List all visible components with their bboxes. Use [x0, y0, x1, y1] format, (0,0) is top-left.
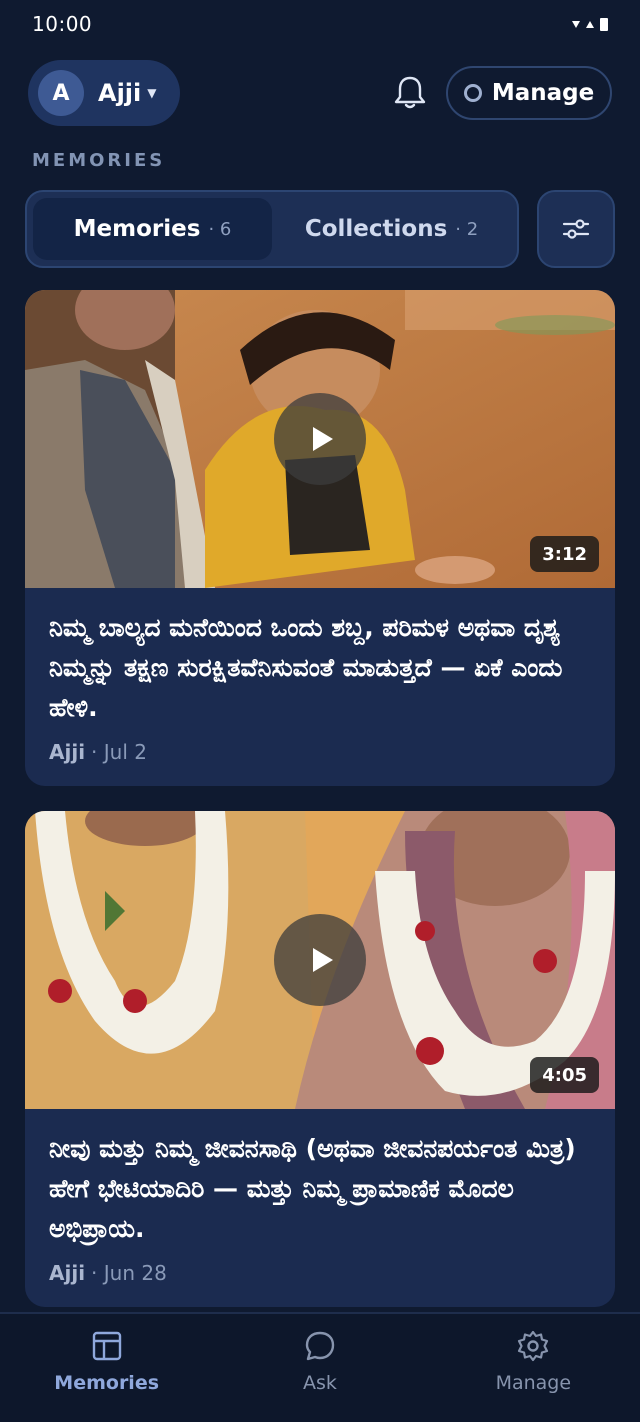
avatar: A: [38, 70, 84, 116]
memory-prompt: ನೀವು ಮತ್ತು ನಿಮ್ಮ ಜೀವನಸಾಥಿ (ಅಥವಾ ಜೀವನಪರ್ಯ…: [49, 1134, 576, 1243]
memory-card[interactable]: 4:05 ನೀವು ಮತ್ತು ನಿಮ್ಮ ಜೀವನಸಾಥಿ (ಅಥವಾ ಜೀವ…: [25, 811, 615, 1307]
status-icons: [572, 17, 608, 31]
chevron-down-icon: ▼: [147, 86, 157, 100]
memory-meta: Ajji · Jun 28: [49, 1261, 591, 1285]
card-body: ನೀವು ಮತ್ತು ನಿಮ್ಮ ಜೀವನಸಾಥಿ (ಅಥವಾ ಜೀವನಪರ್ಯ…: [25, 1109, 615, 1285]
section-label: MEMORIES: [32, 150, 166, 171]
tab-memories[interactable]: Memories · 6: [33, 198, 272, 260]
play-button[interactable]: [274, 393, 366, 485]
profile-switcher[interactable]: A Ajji ▼: [28, 60, 180, 126]
play-icon: [312, 427, 333, 451]
memory-meta: Ajji · Jul 2: [49, 740, 591, 764]
status-bar: 10:00: [0, 0, 640, 48]
memory-date: · Jun 28: [91, 1261, 167, 1285]
profile-name: Ajji: [98, 79, 142, 107]
gear-icon: [518, 1330, 549, 1362]
card-body: ನಿಮ್ಮ ಬಾಲ್ಯದ ಮನೆಯಿಂದ ಒಂದು ಶಬ್ದ, ಪರಿಮಳ ಅಥ…: [25, 588, 615, 764]
manage-button[interactable]: Manage: [446, 66, 612, 120]
battery-icon: [600, 17, 608, 31]
tab-collections[interactable]: Collections · 2: [272, 198, 511, 260]
signal-icon: [586, 20, 594, 28]
tab-label: Collections: [304, 216, 448, 242]
manage-button-label: Manage: [491, 80, 595, 106]
memory-date: · Jul 2: [91, 740, 147, 764]
nav-label: Manage: [495, 1372, 572, 1394]
status-time: 10:00: [32, 12, 93, 36]
segmented-tabs: Memories · 6 Collections · 2: [25, 190, 519, 268]
filter-button[interactable]: [537, 190, 615, 268]
tab-count: · 2: [455, 218, 479, 240]
video-thumbnail[interactable]: 4:05: [25, 811, 615, 1109]
memory-prompt: ನಿಮ್ಮ ಬಾಲ್ಯದ ಮನೆಯಿಂದ ಒಂದು ಶಬ್ದ, ಪರಿಮಳ ಅಥ…: [49, 613, 563, 722]
memory-author: Ajji: [49, 740, 86, 764]
layout-icon: [92, 1331, 121, 1361]
memory-author: Ajji: [49, 1261, 86, 1285]
sliders-icon: [562, 219, 590, 239]
play-button[interactable]: [274, 914, 366, 1006]
bell-icon[interactable]: [392, 74, 428, 112]
video-duration: 3:12: [530, 536, 599, 572]
nav-item-memories[interactable]: Memories: [0, 1314, 213, 1422]
circle-icon: [463, 84, 482, 102]
wifi-icon: [572, 20, 580, 28]
memory-card[interactable]: 3:12 ನಿಮ್ಮ ಬಾಲ್ಯದ ಮನೆಯಿಂದ ಒಂದು ಶಬ್ದ, ಪರಿ…: [25, 290, 615, 786]
nav-label: Ask: [303, 1372, 337, 1394]
video-thumbnail[interactable]: 3:12: [25, 290, 615, 588]
tab-label: Memories: [73, 216, 201, 242]
chat-bubble-icon: [305, 1331, 335, 1361]
nav-label: Memories: [54, 1372, 160, 1394]
video-duration: 4:05: [530, 1057, 599, 1093]
nav-item-ask[interactable]: Ask: [213, 1314, 426, 1422]
play-icon: [312, 948, 333, 972]
header: A Ajji ▼ Manage: [28, 60, 612, 126]
bottom-nav: Memories Ask Manage: [0, 1312, 640, 1422]
nav-item-manage[interactable]: Manage: [427, 1314, 640, 1422]
tab-count: · 6: [208, 218, 232, 240]
